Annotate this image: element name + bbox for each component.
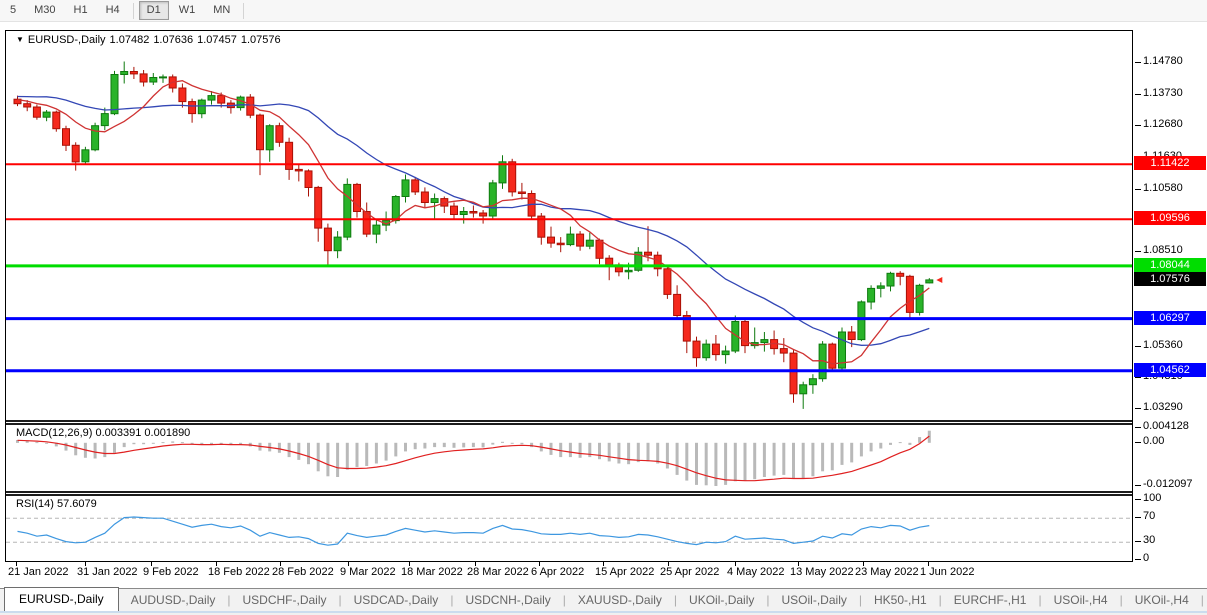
date-tick-label: 31 Jan 2022 — [77, 566, 138, 578]
main-price-chart[interactable] — [6, 31, 1132, 420]
date-tick-label: 1 Jun 2022 — [920, 566, 974, 578]
date-tick-label: 9 Mar 2022 — [340, 566, 396, 578]
price-tick-label: 1.13730 — [1143, 87, 1183, 99]
rsi-indicator-chart[interactable] — [6, 496, 1132, 562]
date-axis[interactable]: 21 Jan 2022 31 Jan 2022 9 Feb 2022 18 Feb 2… — [5, 562, 1133, 586]
timeframe-button-D1[interactable]: D1 — [139, 1, 169, 20]
price-level-badge: 1.08044 — [1134, 258, 1206, 272]
timeframe-toolbar: 5M30H1H4 D1W1MN — [0, 0, 1207, 22]
quote-low: 1.07457 — [197, 34, 237, 46]
price-tick-label: 1.05360 — [1143, 339, 1183, 351]
chart-tab-ukoil-h4[interactable]: UKOil-,H4 — [1123, 590, 1201, 611]
rsi-tick-label: 0 — [1143, 552, 1149, 564]
chart-tab-usoil-daily[interactable]: USOil-,Daily — [770, 590, 859, 611]
price-tick-label: 1.14780 — [1143, 55, 1183, 67]
chart-tab-usdcnh-daily[interactable]: USDCNH-,Daily — [453, 590, 562, 611]
quote-open: 1.07482 — [110, 34, 150, 46]
toolbar-separator — [243, 3, 244, 19]
price-tick-label: 1.12680 — [1143, 118, 1183, 130]
chart-tab-usdcad-daily[interactable]: USDCAD-,Daily — [342, 590, 451, 611]
chart-tab-eurusd-daily[interactable]: EURUSD-,Daily — [4, 587, 119, 611]
date-tick-label: 18 Feb 2022 — [208, 566, 270, 578]
date-tick-label: 18 Mar 2022 — [401, 566, 463, 578]
chart-dropdown-icon[interactable]: ▼ — [16, 35, 24, 44]
timeframe-button-H4[interactable]: H4 — [98, 1, 128, 20]
chart-tab-bar: EURUSD-,DailyAUDUSD-,Daily | USDCHF-,Daily… — [0, 588, 1207, 613]
date-tick-label: 13 May 2022 — [790, 566, 854, 578]
date-tick-label: 21 Jan 2022 — [8, 566, 69, 578]
price-tick-label: 1.08510 — [1143, 244, 1183, 256]
price-axis[interactable]: 1.147801.137301.126801.116301.105801.085… — [1134, 30, 1207, 562]
timeframe-button-W1[interactable]: W1 — [171, 1, 204, 20]
date-tick-label: 28 Feb 2022 — [272, 566, 334, 578]
chart-tab-audusd-daily[interactable]: AUDUSD-,Daily — [119, 590, 228, 611]
date-tick-label: 23 May 2022 — [855, 566, 919, 578]
timeframe-button-MN[interactable]: MN — [205, 1, 238, 20]
timeframe-button-M30[interactable]: M30 — [26, 1, 63, 20]
toolbar-separator — [133, 3, 134, 19]
price-tick-label: 1.10580 — [1143, 182, 1183, 194]
price-level-badge: 1.07576 — [1134, 272, 1206, 286]
macd-tick-label: 0.004128 — [1143, 420, 1189, 432]
chart-tab-hk50-h1[interactable]: HK50-,H1 — [862, 590, 939, 611]
timeframe-button-5[interactable]: 5 — [2, 1, 24, 20]
chart-tab-eurchf-h1[interactable]: EURCHF-,H1 — [942, 590, 1039, 611]
quote-close: 1.07576 — [241, 34, 281, 46]
date-tick-label: 4 May 2022 — [727, 566, 784, 578]
chart-symbol-label: EURUSD-,Daily — [28, 34, 106, 46]
rsi-tick-label: 30 — [1143, 534, 1155, 546]
date-tick-label: 9 Feb 2022 — [143, 566, 199, 578]
macd-label: MACD(12,26,9) 0.003391 0.001890 — [16, 427, 190, 439]
macd-tick-label: -0.012097 — [1143, 478, 1193, 490]
chart-tab-ukoil-daily[interactable]: UKOil-,Daily — [677, 590, 766, 611]
price-tick-label: 1.03290 — [1143, 401, 1183, 413]
chart-tab-usoil-h4[interactable]: USOil-,H4 — [1042, 590, 1120, 611]
price-level-badge: 1.04562 — [1134, 363, 1206, 377]
macd-tick-label: 0.00 — [1143, 435, 1164, 447]
price-level-badge: 1.06297 — [1134, 311, 1206, 325]
date-tick-label: 6 Apr 2022 — [531, 566, 584, 578]
chart-title: ▼ EURUSD-,Daily 1.074821.07636 1.07457 1.075… — [16, 34, 285, 46]
chart-tab-usdchf-daily[interactable]: USDCHF-,Daily — [231, 590, 339, 611]
date-tick-label: 15 Apr 2022 — [595, 566, 654, 578]
price-level-badge: 1.11422 — [1134, 156, 1206, 170]
rsi-tick-label: 100 — [1143, 492, 1161, 504]
chart-window: ▼ EURUSD-,Daily 1.074821.07636 1.07457 1.075… — [5, 30, 1133, 562]
price-level-badge: 1.09596 — [1134, 211, 1206, 225]
quote-high: 1.07636 — [153, 34, 193, 46]
chart-tab-xauusd-daily[interactable]: XAUUSD-,Daily — [566, 590, 674, 611]
date-tick-label: 25 Apr 2022 — [660, 566, 719, 578]
rsi-tick-label: 70 — [1143, 510, 1155, 522]
date-tick-label: 28 Mar 2022 — [467, 566, 529, 578]
rsi-label: RSI(14) 57.6079 — [16, 498, 97, 510]
tab-separator: | — [1201, 593, 1204, 611]
timeframe-button-H1[interactable]: H1 — [66, 1, 96, 20]
